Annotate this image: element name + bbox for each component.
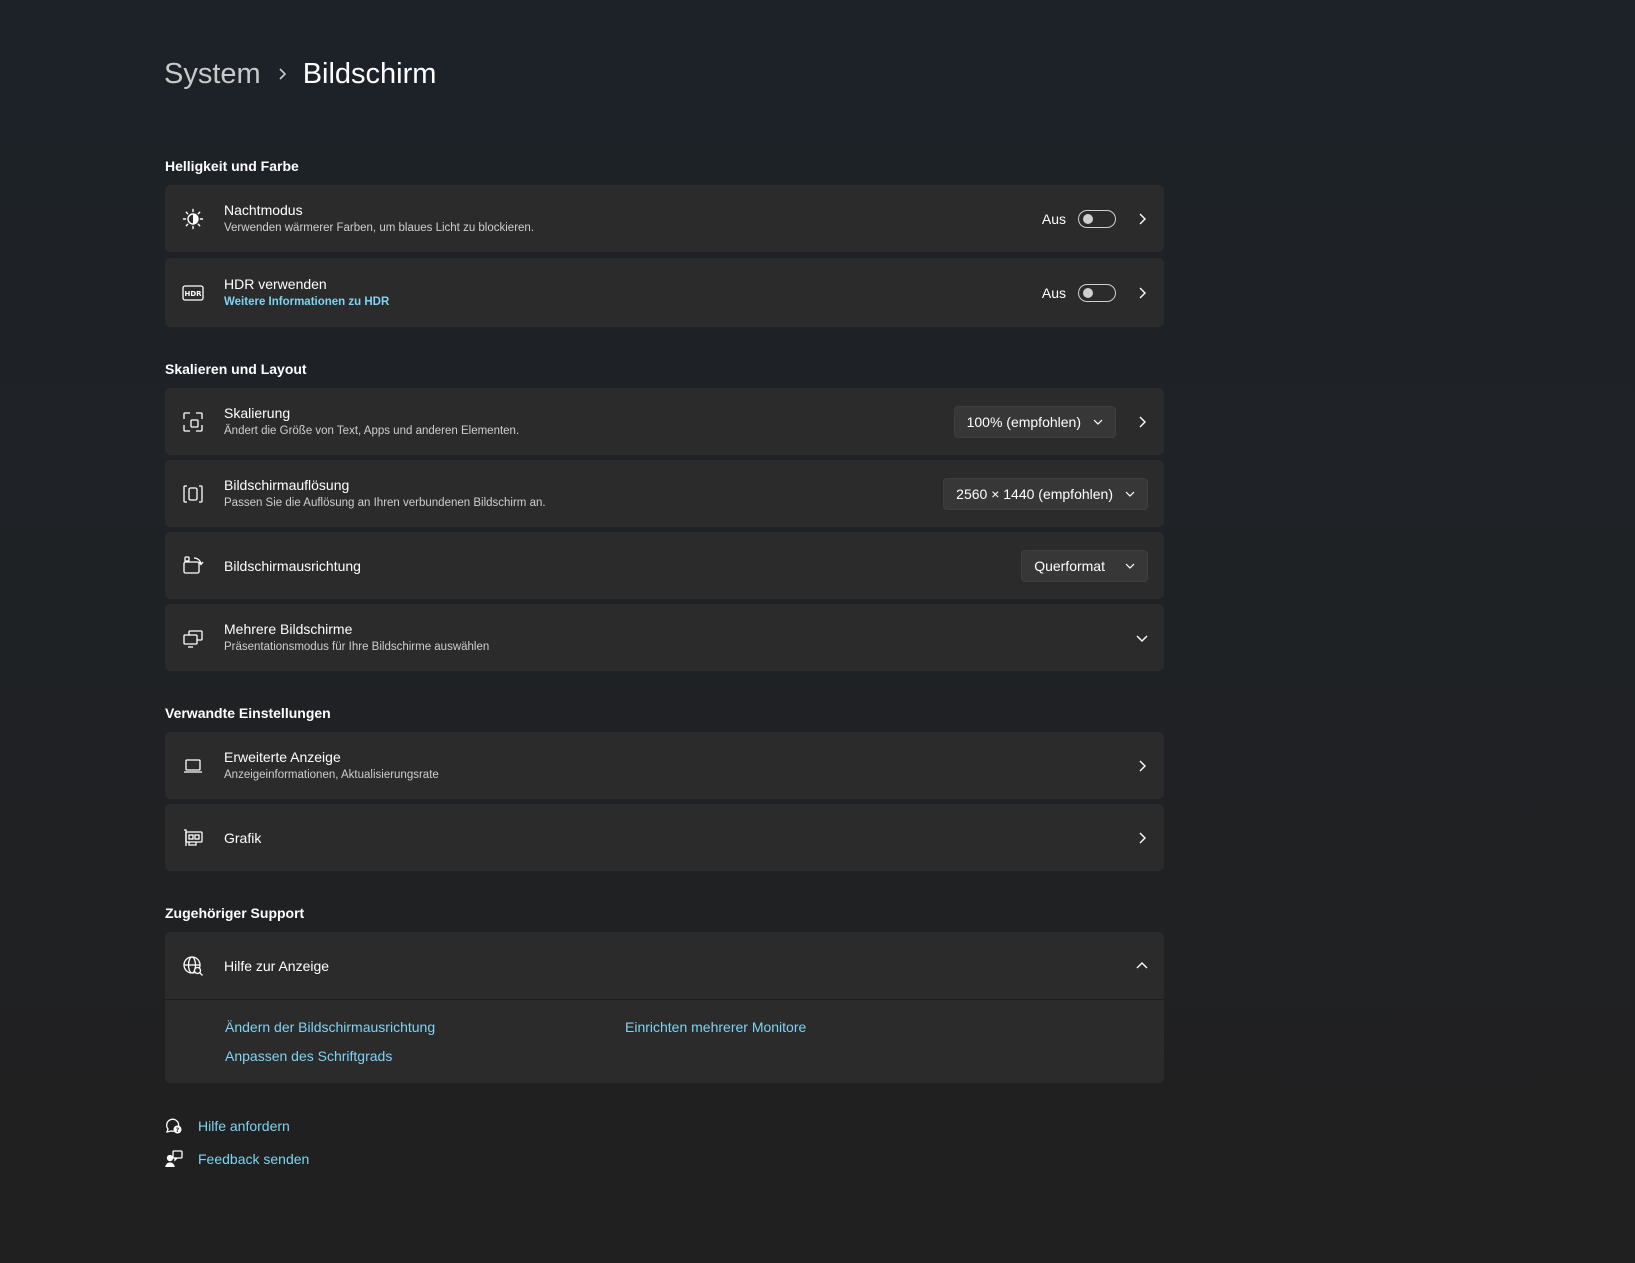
breadcrumb-chevron-icon bbox=[277, 67, 289, 81]
night-mode-description: Verwenden wärmerer Farben, um blaues Lic… bbox=[224, 222, 535, 234]
section-title-brightness: Helligkeit und Farbe bbox=[165, 158, 299, 174]
multiple-displays-title: Mehrere Bildschirme bbox=[224, 621, 353, 637]
scaling-description: Ändert die Größe von Text, Apps und ande… bbox=[224, 425, 520, 437]
display-help-title: Hilfe zur Anzeige bbox=[224, 957, 330, 974]
display-help-links: Ändern der Bildschirmausrichtung Einrich… bbox=[165, 999, 1164, 1083]
globe-search-icon bbox=[182, 955, 204, 977]
chevron-down-icon bbox=[1093, 418, 1103, 426]
hdr-toggle[interactable] bbox=[1078, 283, 1116, 302]
resolution-row: Bildschirmauflösung Passen Sie die Auflö… bbox=[165, 460, 1164, 527]
section-title-scaling: Skalieren und Layout bbox=[165, 361, 307, 377]
laptop-icon bbox=[182, 755, 204, 777]
chevron-up-icon[interactable] bbox=[1134, 958, 1150, 974]
chevron-right-icon[interactable] bbox=[1134, 830, 1150, 846]
chevron-right-icon[interactable] bbox=[1134, 211, 1150, 227]
scale-icon bbox=[182, 411, 204, 433]
graphics-card-icon bbox=[182, 827, 204, 849]
orientation-title: Bildschirmausrichtung bbox=[224, 557, 361, 574]
night-mode-state: Aus bbox=[1041, 210, 1066, 227]
svg-text:HDR: HDR bbox=[184, 290, 202, 298]
feedback-icon bbox=[165, 1150, 183, 1168]
display-help-header[interactable]: Hilfe zur Anzeige bbox=[165, 932, 1164, 999]
breadcrumb-system[interactable]: System bbox=[164, 54, 261, 94]
resolution-description: Passen Sie die Auflösung an Ihren verbun… bbox=[224, 497, 546, 509]
orientation-row: Bildschirmausrichtung Querformat bbox=[165, 532, 1164, 599]
multiple-displays-row[interactable]: Mehrere Bildschirme Präsentationsmodus f… bbox=[165, 604, 1164, 671]
scaling-dropdown[interactable]: 100% (empfohlen) bbox=[953, 405, 1116, 438]
orientation-dropdown[interactable]: Querformat bbox=[1021, 549, 1148, 582]
advanced-display-title: Erweiterte Anzeige bbox=[224, 749, 341, 765]
chevron-down-icon bbox=[1125, 562, 1135, 570]
orientation-icon bbox=[182, 555, 204, 577]
advanced-display-row[interactable]: Erweiterte Anzeige Anzeigeinformationen,… bbox=[165, 732, 1164, 799]
scaling-row[interactable]: Skalierung Ändert die Größe von Text, Ap… bbox=[165, 388, 1164, 455]
send-feedback-label: Feedback senden bbox=[198, 1151, 310, 1167]
chevron-down-icon[interactable] bbox=[1134, 630, 1150, 646]
hdr-info-link[interactable]: Weitere Informationen zu HDR bbox=[224, 294, 389, 310]
resolution-title: Bildschirmauflösung bbox=[224, 477, 350, 493]
night-mode-row[interactable]: Nachtmodus Verwenden wärmerer Farben, um… bbox=[165, 185, 1164, 252]
multiple-displays-description: Präsentationsmodus für Ihre Bildschirme … bbox=[224, 641, 490, 653]
resolution-value: 2560 × 1440 (empfohlen) bbox=[956, 485, 1113, 502]
orientation-value: Querformat bbox=[1034, 557, 1105, 574]
hdr-state: Aus bbox=[1041, 284, 1066, 301]
chevron-down-icon bbox=[1125, 490, 1135, 498]
night-mode-title: Nachtmodus bbox=[224, 202, 303, 218]
get-help-label: Hilfe anfordern bbox=[198, 1118, 290, 1134]
advanced-display-description: Anzeigeinformationen, Aktualisierungsrat… bbox=[224, 769, 439, 781]
svg-text:?: ? bbox=[176, 1127, 180, 1134]
get-help-link[interactable]: ? Hilfe anfordern bbox=[165, 1117, 290, 1135]
help-link-orientation[interactable]: Ändern der Bildschirmausrichtung bbox=[225, 1019, 435, 1035]
night-mode-toggle[interactable] bbox=[1078, 209, 1116, 228]
graphics-title: Grafik bbox=[224, 829, 262, 846]
help-chat-icon: ? bbox=[165, 1117, 183, 1135]
brightness-icon bbox=[182, 208, 204, 230]
help-link-multiple-monitors[interactable]: Einrichten mehrerer Monitore bbox=[625, 1019, 806, 1035]
resolution-icon bbox=[182, 483, 204, 505]
hdr-row[interactable]: HDR HDR verwenden Weitere Informationen … bbox=[165, 258, 1164, 327]
scaling-title: Skalierung bbox=[224, 405, 291, 421]
section-title-support: Zugehöriger Support bbox=[165, 905, 305, 921]
chevron-right-icon[interactable] bbox=[1134, 414, 1150, 430]
chevron-right-icon[interactable] bbox=[1134, 758, 1150, 774]
resolution-dropdown[interactable]: 2560 × 1440 (empfohlen) bbox=[943, 477, 1148, 510]
page-title: Bildschirm bbox=[302, 58, 437, 90]
multiple-displays-icon bbox=[182, 627, 204, 649]
scaling-value: 100% (empfohlen) bbox=[966, 413, 1081, 430]
help-link-font-size[interactable]: Anpassen des Schriftgrads bbox=[225, 1048, 392, 1064]
breadcrumb: System Bildschirm bbox=[164, 54, 436, 94]
hdr-title: HDR verwenden bbox=[224, 276, 327, 292]
graphics-row[interactable]: Grafik bbox=[165, 804, 1164, 871]
section-title-related: Verwandte Einstellungen bbox=[165, 705, 331, 721]
send-feedback-link[interactable]: Feedback senden bbox=[165, 1150, 309, 1168]
hdr-icon: HDR bbox=[182, 282, 204, 304]
chevron-right-icon[interactable] bbox=[1134, 285, 1150, 301]
